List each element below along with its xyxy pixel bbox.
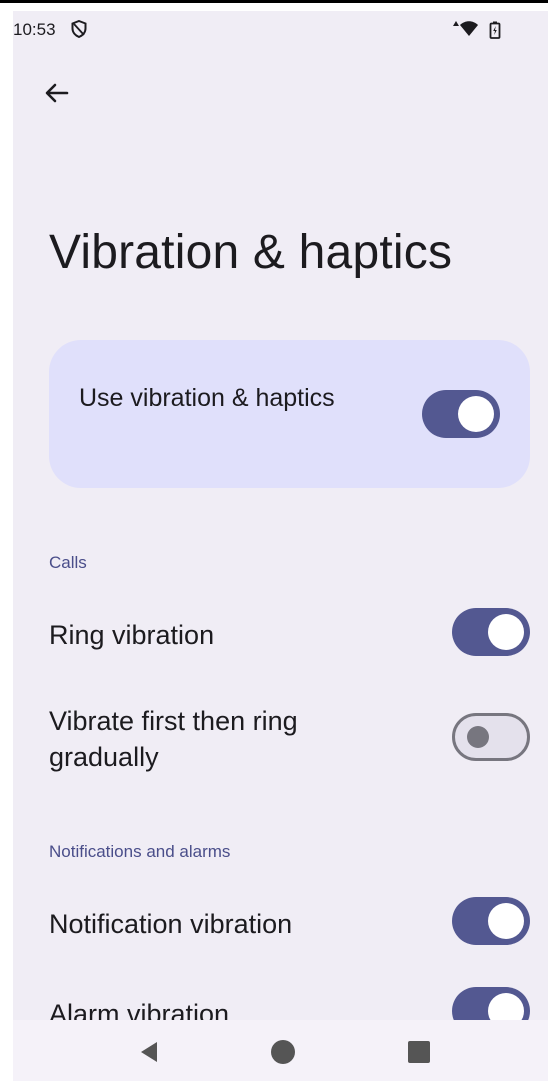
use-vibration-switch[interactable] (422, 390, 500, 438)
status-bar: 10:53 (13, 11, 548, 51)
switch-thumb (467, 726, 489, 748)
use-vibration-toggle-card[interactable]: Use vibration & haptics (49, 340, 530, 488)
shield-icon (71, 20, 87, 38)
page-title: Vibration & haptics (49, 226, 453, 279)
phone-screen: 10:53 Vibration & haptics Use vibration … (13, 11, 548, 1081)
notification-vibration-row[interactable]: Notification vibration (13, 894, 548, 954)
ring-vibration-label: Ring vibration (49, 620, 215, 650)
screen-top-edge (0, 0, 548, 3)
navigation-bar (13, 1020, 548, 1081)
home-icon[interactable] (271, 1040, 295, 1064)
vibrate-first-label: Vibrate first then ring gradually (49, 706, 298, 772)
switch-thumb (458, 396, 494, 432)
section-header-calls: Calls (49, 553, 87, 572)
vibrate-first-row[interactable]: Vibrate first then ring gradually (13, 701, 548, 781)
switch-thumb (488, 614, 524, 650)
switch-thumb (488, 903, 524, 939)
status-time: 10:53 (13, 20, 56, 39)
recents-icon[interactable] (408, 1041, 430, 1063)
vibrate-first-switch[interactable] (452, 713, 530, 761)
back-arrow-icon[interactable] (39, 75, 75, 111)
battery-icon (489, 21, 501, 39)
section-header-notifications: Notifications and alarms (49, 842, 231, 861)
back-icon[interactable] (137, 1040, 161, 1064)
use-vibration-label: Use vibration & haptics (79, 384, 335, 412)
wifi-icon (453, 21, 478, 36)
ring-vibration-row[interactable]: Ring vibration (13, 606, 548, 666)
notification-vibration-switch[interactable] (452, 897, 530, 945)
ring-vibration-switch[interactable] (452, 608, 530, 656)
notification-vibration-label: Notification vibration (49, 909, 293, 939)
